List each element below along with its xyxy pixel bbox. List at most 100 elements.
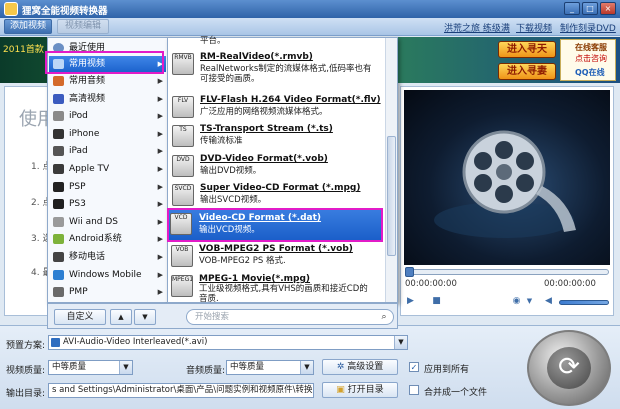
video-quality-select[interactable]: 中等质量 ▼	[48, 360, 133, 375]
window-title: 狸窝全能视频转换器	[22, 6, 108, 17]
top-link-dvd[interactable]: 制作刻录DVD	[560, 21, 616, 34]
category-item-wii-ds[interactable]: Wii and DS ▶	[49, 214, 166, 230]
rmvb-format-icon: RMVB	[172, 53, 194, 75]
merge-checkbox[interactable]	[409, 385, 419, 395]
play-icon[interactable]: ▶	[405, 296, 416, 307]
game-enter-button-2[interactable]: 进入寻妻	[498, 63, 556, 80]
chevron-right-icon: ▶	[157, 147, 163, 155]
category-item-apple-tv[interactable]: Apple TV ▶	[49, 161, 166, 177]
chevron-right-icon: ▶	[157, 95, 163, 103]
volume-icon[interactable]: ◀	[543, 296, 554, 307]
format-title: Video-CD Format (*.dat)	[199, 213, 322, 223]
category-item-iphone[interactable]: iPhone ▶	[49, 126, 166, 142]
preset-select[interactable]: AVI-Audio-Video Interleaved(*.avi) ▼	[48, 335, 408, 350]
format-item-ts[interactable]: TS TS-Transport Stream (*.ts) 传输流标准	[170, 122, 386, 152]
add-video-button[interactable]: 添加视频	[4, 19, 52, 34]
category-item-ps3[interactable]: PS3 ▶	[49, 196, 166, 212]
scroll-up-icon[interactable]: ▲	[110, 309, 132, 325]
category-item-windows-mobile[interactable]: Windows Mobile ▶	[49, 267, 166, 283]
category-item-ipod[interactable]: iPod ▶	[49, 108, 166, 124]
top-link-game[interactable]: 洪荒之旅 练级满	[444, 21, 510, 34]
format-item-vob[interactable]: VOB VOB-MPEG2 PS Format (*.vob) VOB-MPEG…	[169, 242, 385, 272]
search-placeholder: 开始搜索	[195, 312, 230, 322]
audio-quality-select[interactable]: 中等质量 ▼	[226, 360, 314, 375]
hd-video-icon	[53, 94, 64, 104]
svcd-format-icon: SVCD	[172, 184, 194, 206]
category-item-mobile-phone[interactable]: 移动电话 ▶	[49, 249, 166, 265]
seek-bar[interactable]	[405, 267, 609, 277]
close-button[interactable]: ×	[600, 2, 616, 15]
dvd-format-icon: DVD	[172, 155, 194, 177]
format-item-partial[interactable]: 平台。	[170, 30, 386, 50]
app-icon	[4, 2, 18, 16]
custom-button[interactable]: 自定义	[54, 309, 106, 325]
snapshot-dropdown-icon[interactable]: ▼	[524, 296, 535, 307]
category-label: PSP	[69, 182, 86, 192]
chevron-right-icon: ▶	[157, 165, 163, 173]
category-item-psp[interactable]: PSP ▶	[49, 179, 166, 195]
convert-button[interactable]: ⟳	[527, 330, 611, 406]
category-label: iPhone	[69, 129, 100, 139]
convert-arrow-icon: ⟳	[547, 347, 591, 389]
scrollbar-thumb[interactable]	[387, 136, 396, 256]
format-item-svcd[interactable]: SVCD Super Video-CD Format (*.mpg) 输出SVC…	[170, 181, 386, 211]
category-menu: 最近使用 常用视频 ▶ 常用音频 ▶ 高清视频 ▶ iPod ▶ iPhone ▶ iPa…	[47, 37, 168, 303]
output-path-field[interactable]: s and Settings\Administrator\桌面\产品\问题实例和…	[48, 383, 314, 398]
category-item-recent[interactable]: 最近使用	[49, 40, 166, 56]
ts-format-icon: TS	[172, 125, 194, 147]
video-quality-value: 中等质量	[52, 362, 87, 372]
format-title: VOB-MPEG2 PS Format (*.vob)	[199, 244, 353, 254]
audio-icon	[53, 76, 64, 86]
maximize-button[interactable]: □	[582, 2, 598, 15]
chevron-right-icon: ▶	[157, 77, 163, 85]
category-item-hd-video[interactable]: 高清视频 ▶	[49, 91, 166, 107]
windows-icon	[53, 270, 64, 280]
format-desc: 输出SVCD视频。	[200, 195, 267, 205]
format-item-rmvb[interactable]: RMVB RM-RealVideo(*.rmvb) RealNetworks制定…	[170, 50, 386, 84]
format-desc: VOB-MPEG2 PS 格式.	[199, 256, 286, 266]
category-label: PMP	[69, 287, 88, 297]
pmp-icon	[53, 287, 64, 297]
format-desc: 输出VCD视频。	[199, 225, 260, 235]
scroll-down-icon[interactable]: ▼	[134, 309, 156, 325]
format-menu-scrollbar[interactable]	[385, 38, 397, 302]
search-input[interactable]: 开始搜索 ⌕	[186, 309, 394, 325]
search-icon[interactable]: ⌕	[378, 311, 390, 323]
snapshot-camera-icon[interactable]: ◉	[511, 296, 522, 307]
minimize-button[interactable]: _	[564, 2, 580, 15]
category-item-android[interactable]: Android系统 ▶	[49, 231, 166, 247]
video-icon	[53, 59, 64, 69]
format-item-flv[interactable]: FLV FLV-Flash H.264 Video Format(*.flv) …	[170, 93, 386, 123]
format-title: FLV-Flash H.264 Video Format(*.flv)	[200, 95, 381, 105]
category-label: iPod	[69, 111, 88, 121]
top-link-download[interactable]: 下载视频	[516, 21, 552, 34]
psp-icon	[53, 182, 64, 192]
volume-slider[interactable]	[559, 300, 609, 305]
game-enter-button-1[interactable]: 进入寻天	[498, 41, 556, 58]
stop-icon[interactable]: ■	[431, 296, 442, 307]
advanced-settings-button[interactable]: ✲ 高级设置	[322, 359, 398, 375]
format-title: MPEG-1 Movie(*.mpg)	[199, 274, 311, 284]
format-item-vcd[interactable]: VCD Video-CD Format (*.dat) 输出VCD视频。	[167, 209, 382, 240]
seek-handle[interactable]	[405, 267, 414, 277]
apply-all-checkbox[interactable]: ✓	[409, 362, 419, 372]
category-label: Apple TV	[69, 164, 110, 174]
wii-icon	[53, 217, 64, 227]
apply-all-label: 应用到所有	[424, 365, 470, 375]
format-item-mpeg1[interactable]: MPEG1 MPEG-1 Movie(*.mpg) 工业级视频格式,具有VHS的…	[169, 272, 385, 304]
category-item-ipad[interactable]: iPad ▶	[49, 143, 166, 159]
ipad-icon	[53, 146, 64, 156]
phone-icon	[53, 252, 64, 262]
category-item-common-video[interactable]: 常用视频 ▶	[49, 56, 166, 72]
category-item-common-audio[interactable]: 常用音频 ▶	[49, 73, 166, 89]
chevron-right-icon: ▶	[157, 183, 163, 191]
chevron-right-icon: ▶	[157, 218, 163, 226]
advanced-settings-label: 高级设置	[347, 362, 384, 372]
merge-label: 合并成一个文件	[424, 388, 488, 398]
edit-video-button[interactable]: 视频编辑	[57, 19, 109, 34]
open-directory-button[interactable]: ▣ 打开目录	[322, 382, 398, 398]
category-item-pmp[interactable]: PMP ▶	[49, 284, 166, 300]
format-item-dvd[interactable]: DVD DVD-Video Format(*.vob) 输出DVD视频。	[170, 152, 386, 182]
online-service-panel[interactable]: 在线客服 点击咨询 QQ在线	[560, 39, 616, 81]
chevron-right-icon: ▶	[157, 253, 163, 261]
